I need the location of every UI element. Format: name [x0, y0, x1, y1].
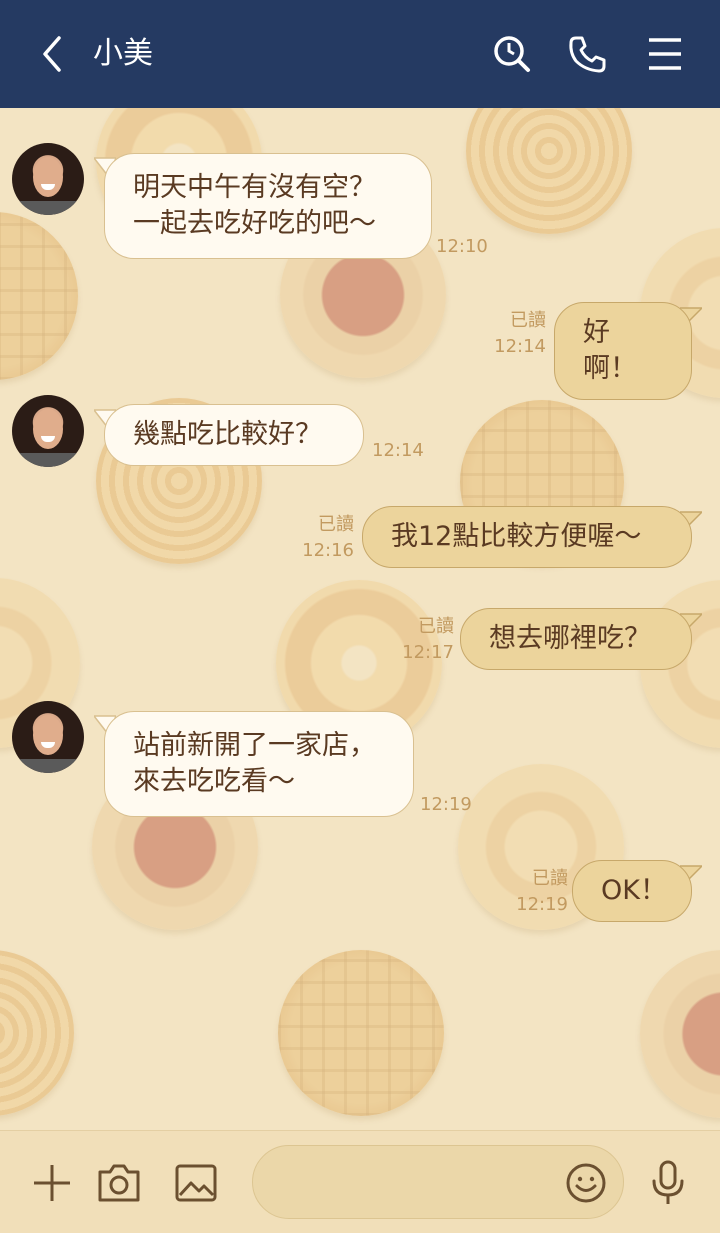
chat-area[interactable]: 明天中午有沒有空？ 一起去吃好吃的吧～ 12:10 已讀 12:14 好啊！ 幾…	[0, 108, 720, 1130]
message-bubble-outgoing[interactable]: 好啊！	[554, 302, 692, 400]
message-time: 12:10	[436, 236, 488, 257]
avatar[interactable]	[12, 701, 84, 773]
read-receipt: 已讀	[318, 514, 354, 535]
chat-header: 小美	[0, 0, 720, 108]
cookie-decoration	[278, 950, 444, 1116]
plus-icon[interactable]	[28, 1159, 76, 1207]
read-receipt: 已讀	[510, 310, 546, 331]
image-icon[interactable]	[172, 1159, 220, 1207]
read-receipt: 已讀	[418, 616, 454, 637]
chevron-left-icon[interactable]	[26, 28, 78, 80]
message-time: 12:19	[420, 794, 472, 815]
message-time: 12:17	[402, 642, 454, 663]
cookie-decoration	[640, 950, 720, 1118]
message-time: 12:14	[494, 336, 546, 357]
message-bubble-incoming[interactable]: 站前新開了一家店， 來去吃吃看～	[104, 711, 414, 817]
cookie-decoration	[0, 212, 78, 380]
message-bubble-incoming[interactable]: 幾點吃比較好？	[104, 404, 364, 466]
message-time: 12:14	[372, 440, 424, 461]
avatar[interactable]	[12, 143, 84, 215]
cookie-decoration	[0, 950, 74, 1116]
emoji-icon[interactable]	[562, 1159, 610, 1207]
message-bubble-incoming[interactable]: 明天中午有沒有空？ 一起去吃好吃的吧～	[104, 153, 432, 259]
message-bubble-outgoing[interactable]: 想去哪裡吃？	[460, 608, 692, 670]
message-bubble-outgoing[interactable]: OK！	[572, 860, 692, 922]
phone-icon[interactable]	[561, 28, 613, 80]
message-time: 12:16	[302, 540, 354, 561]
input-bar	[0, 1130, 720, 1233]
menu-icon[interactable]	[639, 28, 691, 80]
message-time: 12:19	[516, 894, 568, 915]
cookie-decoration	[466, 108, 632, 234]
search-icon[interactable]	[486, 28, 538, 80]
chat-title: 小美	[93, 36, 153, 71]
message-bubble-outgoing[interactable]: 我12點比較方便喔～	[362, 506, 692, 568]
read-receipt: 已讀	[532, 868, 568, 889]
avatar[interactable]	[12, 395, 84, 467]
camera-icon[interactable]	[95, 1159, 143, 1207]
microphone-icon[interactable]	[644, 1159, 692, 1207]
